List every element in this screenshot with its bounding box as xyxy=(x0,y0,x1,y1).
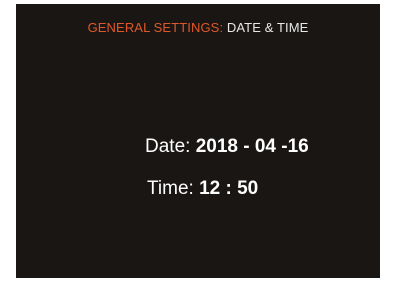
header-section-title: GENERAL SETTINGS: xyxy=(87,20,224,35)
date-row[interactable]: Date: 2018 - 04 -16 xyxy=(145,136,309,158)
header-page-title: DATE & TIME xyxy=(226,20,309,35)
date-value[interactable]: 2018 - 04 -16 xyxy=(196,136,309,157)
date-label: Date: xyxy=(145,136,196,157)
time-label: Time: xyxy=(147,178,200,199)
time-value[interactable]: 12 : 50 xyxy=(199,178,258,199)
screen-header: GENERAL SETTINGS: DATE & TIME xyxy=(16,20,380,35)
settings-screen: GENERAL SETTINGS: DATE & TIME Date: 2018… xyxy=(16,4,380,278)
time-row[interactable]: Time: 12 : 50 xyxy=(147,178,258,200)
